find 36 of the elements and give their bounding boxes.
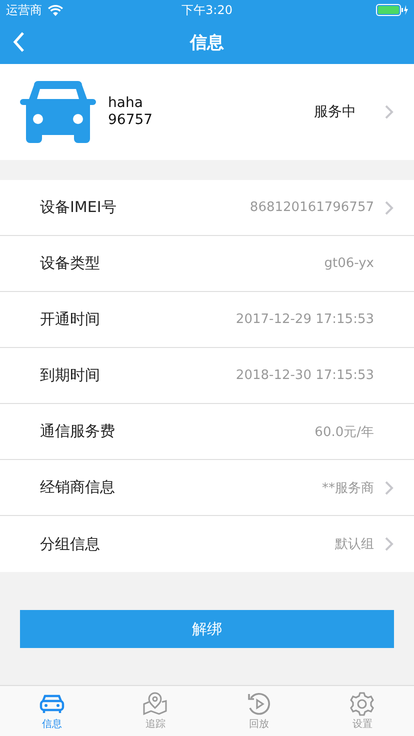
- battery-icon: [376, 4, 408, 16]
- row-label: 设备类型: [40, 254, 101, 273]
- row-label: 到期时间: [40, 366, 101, 385]
- row-label: 分组信息: [40, 534, 101, 554]
- carrier-text: 运营商: [6, 2, 42, 18]
- device-number: 96757: [108, 112, 154, 129]
- tab[interactable]: 回放: [207, 686, 310, 736]
- unbind-button[interactable]: 解绑: [20, 610, 394, 648]
- row-value: 868120161796757: [250, 200, 374, 215]
- clock-text: 下午3:20: [180, 2, 234, 18]
- car-icon: [20, 81, 96, 143]
- tab[interactable]: 信息: [0, 686, 104, 736]
- row-value: 60.0元/年: [314, 424, 374, 440]
- chevron-icon[interactable]: [384, 536, 394, 552]
- row-value: 默认组: [335, 536, 374, 553]
- service-status: 服务中: [314, 103, 356, 121]
- device-name: haha: [108, 95, 144, 112]
- wifi-icon: [48, 4, 63, 16]
- tab[interactable]: 追踪: [104, 686, 207, 736]
- settings-icon: [348, 692, 376, 716]
- row-value: **服务商: [322, 480, 374, 496]
- row-value: 2018-12-30 17:15:53: [236, 368, 374, 383]
- row-label: 经销商信息: [40, 478, 116, 497]
- map-pin-icon: [141, 692, 170, 716]
- row-label: 开通时间: [40, 310, 101, 329]
- chevron-icon[interactable]: [384, 480, 394, 496]
- row-value: 2017-12-29 17:15:53: [236, 312, 374, 327]
- chevron-icon: [384, 104, 394, 120]
- row-value: gt06-yx: [324, 256, 374, 271]
- row-label: 通信服务费: [40, 422, 116, 441]
- row-label: 设备IMEI号: [40, 198, 118, 217]
- back-icon[interactable]: [12, 31, 26, 53]
- chevron-icon[interactable]: [384, 200, 394, 216]
- page-title: 信息: [190, 32, 224, 54]
- device-header[interactable]: haha 96757 服务中: [0, 64, 414, 160]
- tab[interactable]: 设置: [310, 686, 414, 736]
